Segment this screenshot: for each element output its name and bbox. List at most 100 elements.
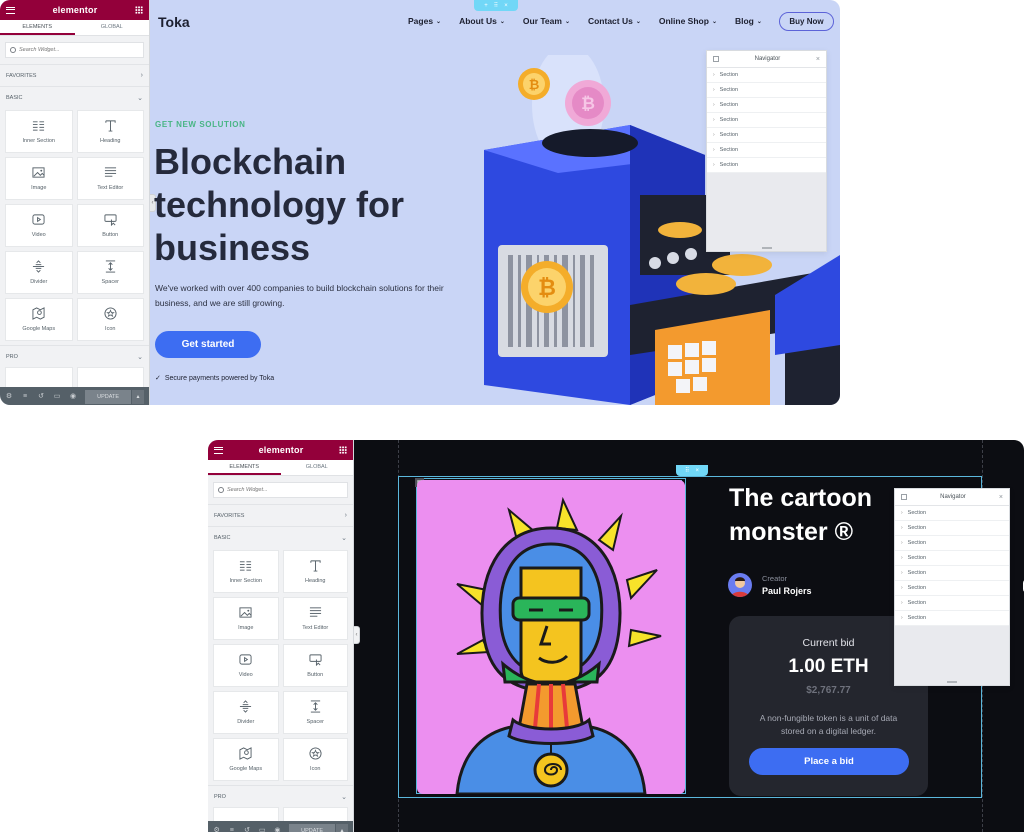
site-logo[interactable]: Toka xyxy=(158,14,190,30)
update-button[interactable]: UPDATE xyxy=(289,824,335,832)
close-icon[interactable]: × xyxy=(695,468,699,474)
menu-icon[interactable] xyxy=(6,6,15,14)
menu-item-blog[interactable]: Blog ⌄ xyxy=(735,16,762,26)
widget-video[interactable]: Video xyxy=(213,644,279,687)
navigator-row[interactable]: › Section xyxy=(895,506,1009,521)
apps-grid-icon[interactable] xyxy=(134,6,143,14)
widget-inner-section[interactable]: Inner Section xyxy=(213,550,279,593)
navigator-row[interactable]: › Section xyxy=(895,566,1009,581)
menu-item-about-us[interactable]: About Us ⌄ xyxy=(459,16,505,26)
navigator-row[interactable]: › Section xyxy=(707,98,826,113)
history-icon[interactable]: ↺ xyxy=(37,393,45,401)
widget-inner-section[interactable]: Inner Section xyxy=(5,110,73,153)
category-pro[interactable]: PRO ⌄ xyxy=(208,785,353,807)
search-input[interactable] xyxy=(19,47,139,53)
menu-item-contact-us[interactable]: Contact Us ⌄ xyxy=(588,16,641,26)
menu-item-our-team[interactable]: Our Team ⌄ xyxy=(523,16,570,26)
section-edit-handle[interactable]: + ⠿ × xyxy=(474,0,518,11)
widget-text-editor[interactable]: Text Editor xyxy=(76,157,144,200)
apps-grid-icon[interactable] xyxy=(338,446,347,454)
category-pro[interactable]: PRO ⌄ xyxy=(0,345,149,367)
tab-elements[interactable]: ELEMENTS xyxy=(0,20,75,35)
menu-icon[interactable] xyxy=(214,446,223,454)
add-icon[interactable]: + xyxy=(484,3,488,9)
get-started-button[interactable]: Get started xyxy=(155,331,261,358)
widget-pro-posts[interactable] xyxy=(5,367,73,387)
widget-spacer[interactable]: Spacer xyxy=(282,691,348,734)
update-button[interactable]: UPDATE xyxy=(85,390,131,404)
navigator-row[interactable]: › Section xyxy=(895,521,1009,536)
tab-elements[interactable]: ELEMENTS xyxy=(208,460,281,475)
navigator-row[interactable]: › Section xyxy=(707,158,826,173)
widget-divider[interactable]: Divider xyxy=(213,691,279,734)
responsive-icon[interactable]: ▭ xyxy=(259,827,266,832)
widget-pro-portfolio[interactable] xyxy=(282,807,348,821)
menu-item-online-shop[interactable]: Online Shop ⌄ xyxy=(659,16,717,26)
history-icon[interactable]: ↺ xyxy=(243,827,250,832)
navigator-row[interactable]: › Section xyxy=(895,551,1009,566)
navigator-row[interactable]: › Section xyxy=(895,536,1009,551)
navigator-row[interactable]: › Section xyxy=(707,68,826,83)
drag-icon[interactable]: ⠿ xyxy=(494,2,498,9)
settings-icon[interactable]: ⚙ xyxy=(5,393,13,401)
section-edit-handle[interactable]: ⠿ × xyxy=(676,465,708,476)
layers-icon[interactable]: ≡ xyxy=(228,827,235,832)
expand-icon[interactable] xyxy=(901,494,907,500)
widget-label: Heading xyxy=(305,578,326,584)
drag-icon[interactable]: ⠿ xyxy=(685,467,689,474)
navigator-row[interactable]: › Section xyxy=(707,113,826,128)
widget-image[interactable]: Image xyxy=(5,157,73,200)
navigator-resize-handle[interactable] xyxy=(707,245,826,251)
widget-google-maps[interactable]: Google Maps xyxy=(5,298,73,341)
inner-section-icon xyxy=(240,561,252,571)
category-basic[interactable]: BASIC ⌄ xyxy=(0,86,149,108)
navigator-row[interactable]: › Section xyxy=(895,596,1009,611)
layers-icon[interactable]: ≡ xyxy=(21,393,29,401)
tab-global[interactable]: GLOBAL xyxy=(75,20,150,35)
widget-icon[interactable]: Icon xyxy=(282,738,348,781)
update-options-icon[interactable]: ▴ xyxy=(336,824,348,832)
menu-item-pages[interactable]: Pages ⌄ xyxy=(408,16,441,26)
place-bid-button[interactable]: Place a bid xyxy=(749,748,909,775)
widget-pro-posts[interactable] xyxy=(213,807,279,821)
category-favorites[interactable]: FAVORITES › xyxy=(0,64,149,86)
close-icon[interactable]: × xyxy=(999,494,1003,501)
close-icon[interactable]: × xyxy=(816,56,820,63)
category-basic[interactable]: BASIC ⌄ xyxy=(208,526,353,548)
widget-heading[interactable]: Heading xyxy=(76,110,144,153)
caret-right-icon: › xyxy=(901,615,903,621)
elementor-logo: elementor xyxy=(52,5,98,15)
navigator-row[interactable]: › Section xyxy=(895,581,1009,596)
widget-video[interactable]: Video xyxy=(5,204,73,247)
widget-image[interactable]: Image xyxy=(213,597,279,640)
widget-icon[interactable]: Icon xyxy=(76,298,144,341)
navigator-row[interactable]: › Section xyxy=(895,611,1009,626)
close-icon[interactable]: × xyxy=(504,3,508,9)
responsive-icon[interactable]: ▭ xyxy=(53,393,61,401)
update-options-icon[interactable]: ▴ xyxy=(132,390,144,404)
navigator-row[interactable]: › Section xyxy=(707,83,826,98)
tab-global[interactable]: GLOBAL xyxy=(281,460,354,475)
settings-icon[interactable]: ⚙ xyxy=(213,827,220,832)
preview-eye-icon[interactable]: ◉ xyxy=(69,393,77,401)
search-input[interactable] xyxy=(227,487,343,493)
widget-spacer[interactable]: Spacer xyxy=(76,251,144,294)
navigator-row[interactable]: › Section xyxy=(707,143,826,158)
widget-text-editor[interactable]: Text Editor xyxy=(282,597,348,640)
expand-icon[interactable] xyxy=(713,56,719,62)
creator-name[interactable]: Paul Rojers xyxy=(762,586,812,596)
widget-label: Heading xyxy=(100,138,121,144)
buy-now-button[interactable]: Buy Now xyxy=(779,12,834,31)
category-favorites[interactable]: FAVORITES › xyxy=(208,504,353,526)
widget-heading[interactable]: Heading xyxy=(282,550,348,593)
navigator-row[interactable]: › Section xyxy=(707,128,826,143)
widget-pro-portfolio[interactable] xyxy=(76,367,144,387)
creator-avatar[interactable] xyxy=(728,573,752,597)
chevron-right-icon: › xyxy=(344,512,347,519)
widget-google-maps[interactable]: Google Maps xyxy=(213,738,279,781)
preview-eye-icon[interactable]: ◉ xyxy=(274,827,281,832)
widget-button[interactable]: Button xyxy=(76,204,144,247)
navigator-resize-handle[interactable] xyxy=(895,679,1009,685)
widget-button[interactable]: Button xyxy=(282,644,348,687)
widget-divider[interactable]: Divider xyxy=(5,251,73,294)
